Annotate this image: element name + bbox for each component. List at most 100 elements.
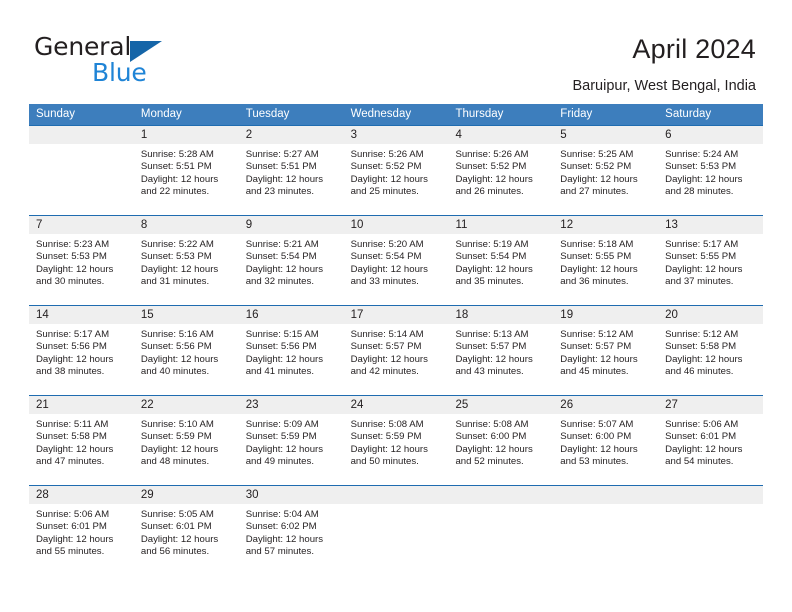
day-number[interactable]: 29: [134, 486, 239, 504]
day-info-line: Daylight: 12 hours: [455, 173, 533, 185]
day-info-line: Daylight: 12 hours: [245, 353, 324, 365]
day-info-line: and 56 minutes.: [140, 546, 210, 558]
day-cell[interactable]: Sunrise: 5:22 AM Sunset: 5:53 PM Daylight:…: [134, 234, 239, 305]
day-info-line: Daylight: 12 hours: [140, 173, 219, 185]
day-info-line: Sunrise: 5:05 AM: [140, 509, 214, 520]
day-number[interactable]: 21: [29, 396, 134, 414]
day-info-line: Daylight: 12 hours: [140, 533, 219, 545]
day-cell[interactable]: Sunrise: 5:13 AM Sunset: 5:57 PM Daylight:…: [448, 324, 553, 395]
day-info-line: and 54 minutes.: [665, 456, 734, 468]
day-number[interactable]: 26: [553, 396, 658, 414]
page-title: April 2024: [632, 34, 756, 64]
general-blue-logo[interactable]: General Blue: [34, 33, 214, 91]
day-info-line: and 57 minutes.: [245, 546, 314, 558]
day-cell[interactable]: Sunrise: 5:17 AM Sunset: 5:56 PM Daylight:…: [29, 324, 134, 395]
day-number[interactable]: 11: [448, 216, 553, 234]
day-cell[interactable]: Sunrise: 5:25 AM Sunset: 5:52 PM Daylight:…: [553, 144, 658, 215]
day-info-line: and 38 minutes.: [36, 366, 105, 378]
day-info-line: Sunrise: 5:13 AM: [455, 329, 529, 340]
day-cell[interactable]: Sunrise: 5:05 AM Sunset: 6:01 PM Daylight:…: [134, 504, 239, 575]
day-info-line: and 46 minutes.: [665, 366, 734, 378]
day-number[interactable]: 6: [658, 126, 763, 144]
day-info-line: Sunrise: 5:04 AM: [245, 509, 319, 520]
weekday-header-tuesday: Tuesday: [245, 108, 290, 120]
day-info-line: Daylight: 12 hours: [560, 353, 638, 365]
day-info-line: and 25 minutes.: [350, 186, 419, 198]
day-number[interactable]: 1: [134, 126, 239, 144]
day-cell[interactable]: Sunrise: 5:23 AM Sunset: 5:53 PM Daylight:…: [29, 234, 134, 305]
day-cell[interactable]: Sunrise: 5:12 AM Sunset: 5:57 PM Daylight:…: [553, 324, 658, 395]
day-cell[interactable]: Sunrise: 5:27 AM Sunset: 5:51 PM Daylight:…: [239, 144, 344, 215]
day-cell[interactable]: Sunrise: 5:12 AM Sunset: 5:58 PM Daylight:…: [658, 324, 763, 395]
day-cell[interactable]: Sunrise: 5:14 AM Sunset: 5:57 PM Daylight:…: [344, 324, 449, 395]
day-info-row: Sunrise: 5:23 AM Sunset: 5:53 PM Daylight:…: [29, 234, 763, 305]
day-info-line: Sunset: 5:52 PM: [350, 161, 422, 173]
day-number[interactable]: 22: [134, 396, 239, 414]
day-number-row: 21 22 23 24 25 26 27: [29, 396, 763, 414]
day-number[interactable]: 20: [658, 306, 763, 324]
day-cell[interactable]: Sunrise: 5:08 AM Sunset: 6:00 PM Daylight:…: [448, 414, 553, 485]
day-cell[interactable]: Sunrise: 5:18 AM Sunset: 5:55 PM Daylight:…: [553, 234, 658, 305]
day-cell[interactable]: Sunrise: 5:11 AM Sunset: 5:58 PM Daylight:…: [29, 414, 134, 485]
day-cell[interactable]: Sunrise: 5:04 AM Sunset: 6:02 PM Daylight:…: [239, 504, 344, 575]
day-number[interactable]: 16: [239, 306, 344, 324]
day-cell[interactable]: Sunrise: 5:19 AM Sunset: 5:54 PM Daylight:…: [448, 234, 553, 305]
day-number[interactable]: 23: [239, 396, 344, 414]
day-info-line: Sunset: 5:56 PM: [36, 341, 107, 353]
day-cell[interactable]: Sunrise: 5:16 AM Sunset: 5:56 PM Daylight:…: [134, 324, 239, 395]
page-subtitle: Baruipur, West Bengal, India: [572, 78, 756, 94]
weekday-header-friday: Friday: [560, 108, 593, 120]
day-info-line: Daylight: 12 hours: [36, 443, 114, 455]
day-number-row: 123456: [29, 126, 763, 144]
day-number[interactable]: 4: [448, 126, 553, 144]
day-cell[interactable]: Sunrise: 5:08 AM Sunset: 5:59 PM Daylight:…: [344, 414, 449, 485]
day-number[interactable]: 19: [553, 306, 658, 324]
day-info-line: Daylight: 12 hours: [350, 173, 428, 185]
day-info-line: Sunset: 5:54 PM: [455, 251, 527, 263]
day-number[interactable]: 8: [134, 216, 239, 234]
day-number[interactable]: 5: [553, 126, 658, 144]
day-info-line: Sunset: 5:56 PM: [140, 341, 212, 353]
calendar-week-row: 14 15 16 17 18 19 20 Sunrise: 5:17 AM Sunset: 5:…: [29, 305, 763, 395]
day-cell[interactable]: Sunrise: 5:26 AM Sunset: 5:52 PM Daylight:…: [448, 144, 553, 215]
day-number[interactable]: 24: [344, 396, 449, 414]
day-info-line: Sunrise: 5:28 AM: [140, 149, 214, 160]
day-cell[interactable]: Sunrise: 5:28 AM Sunset: 5:51 PM Daylight:…: [134, 144, 239, 215]
day-info-line: Sunset: 6:01 PM: [36, 521, 107, 533]
day-number[interactable]: 3: [344, 126, 449, 144]
day-info-line: and 37 minutes.: [665, 276, 734, 288]
day-info-line: and 41 minutes.: [245, 366, 314, 378]
day-number[interactable]: 10: [344, 216, 449, 234]
day-number[interactable]: 9: [239, 216, 344, 234]
day-cell[interactable]: Sunrise: 5:15 AM Sunset: 5:56 PM Daylight:…: [239, 324, 344, 395]
day-info-line: Sunrise: 5:18 AM: [560, 239, 634, 250]
day-number[interactable]: 12: [553, 216, 658, 234]
day-number[interactable]: 13: [658, 216, 763, 234]
day-cell[interactable]: Sunrise: 5:06 AM Sunset: 6:01 PM Daylight:…: [29, 504, 134, 575]
day-cell[interactable]: Sunrise: 5:20 AM Sunset: 5:54 PM Daylight:…: [344, 234, 449, 305]
day-cell[interactable]: Sunrise: 5:09 AM Sunset: 5:59 PM Daylight:…: [239, 414, 344, 485]
day-cell-empty: [344, 504, 449, 575]
day-number[interactable]: 15: [134, 306, 239, 324]
day-cell[interactable]: Sunrise: 5:26 AM Sunset: 5:52 PM Daylight:…: [344, 144, 449, 215]
day-cell[interactable]: Sunrise: 5:24 AM Sunset: 5:53 PM Daylight:…: [658, 144, 763, 215]
day-number[interactable]: 14: [29, 306, 134, 324]
day-number[interactable]: 28: [29, 486, 134, 504]
day-info-line: and 55 minutes.: [36, 546, 105, 558]
day-number[interactable]: 7: [29, 216, 134, 234]
day-number[interactable]: 2: [239, 126, 344, 144]
day-cell[interactable]: Sunrise: 5:07 AM Sunset: 6:00 PM Daylight:…: [553, 414, 658, 485]
day-cell[interactable]: Sunrise: 5:06 AM Sunset: 6:01 PM Daylight:…: [658, 414, 763, 485]
day-info-line: Daylight: 12 hours: [36, 533, 114, 545]
day-number[interactable]: 30: [239, 486, 344, 504]
day-number[interactable]: 17: [344, 306, 449, 324]
day-cell[interactable]: Sunrise: 5:17 AM Sunset: 5:55 PM Daylight:…: [658, 234, 763, 305]
day-cell[interactable]: Sunrise: 5:10 AM Sunset: 5:59 PM Daylight:…: [134, 414, 239, 485]
day-info-line: Daylight: 12 hours: [455, 443, 533, 455]
day-cell[interactable]: Sunrise: 5:21 AM Sunset: 5:54 PM Daylight:…: [239, 234, 344, 305]
day-number[interactable]: 18: [448, 306, 553, 324]
day-number[interactable]: 25: [448, 396, 553, 414]
day-info-line: Sunrise: 5:26 AM: [350, 149, 424, 160]
page-header: General Blue April 2024 Baruipur, West B…: [0, 0, 792, 100]
day-number[interactable]: 27: [658, 396, 763, 414]
